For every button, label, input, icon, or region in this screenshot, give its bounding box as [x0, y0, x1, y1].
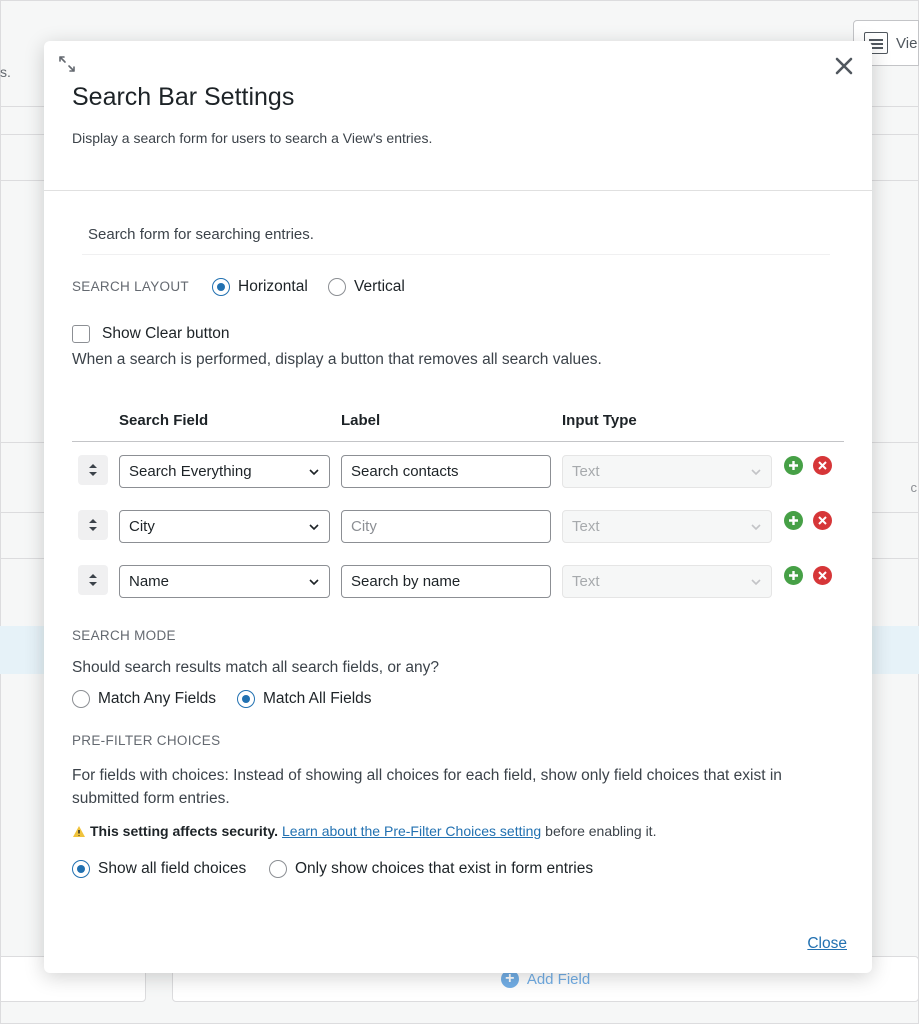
- background-text: s.: [0, 64, 11, 80]
- background-text: c: [910, 480, 918, 495]
- search-bar-settings-modal: Search Bar Settings Display a search for…: [44, 41, 872, 973]
- label-input[interactable]: Search by name: [341, 565, 551, 598]
- prefilter-label: PRE-FILTER CHOICES: [72, 733, 221, 748]
- search-field-select[interactable]: Name: [119, 565, 330, 598]
- input-type-select: Text: [562, 455, 772, 488]
- add-row-icon[interactable]: [784, 566, 803, 585]
- input-placeholder: City: [351, 518, 377, 535]
- radio-unselected[interactable]: [328, 278, 346, 296]
- drag-handle-icon[interactable]: [78, 510, 108, 540]
- drag-handle-icon[interactable]: [78, 565, 108, 595]
- show-all-choices-radio[interactable]: Show all field choices: [72, 860, 246, 878]
- select-value: Text: [572, 463, 600, 480]
- warning-icon: [73, 825, 85, 837]
- chevron-down-icon: [309, 469, 319, 476]
- view-button-label: Vie: [896, 34, 918, 52]
- radio-label: Show all field choices: [98, 860, 247, 877]
- warning-bold-text: This setting affects security.: [90, 823, 279, 839]
- chevron-down-icon: [751, 469, 761, 476]
- existing-choices-radio[interactable]: Only show choices that exist in form ent…: [269, 860, 593, 878]
- match-all-radio[interactable]: Match All Fields: [237, 690, 372, 708]
- match-any-radio[interactable]: Match Any Fields: [72, 690, 216, 708]
- select-value: Name: [129, 573, 170, 590]
- prefilter-docs-link[interactable]: Learn about the Pre-Filter Choices setti…: [282, 823, 541, 839]
- expand-icon[interactable]: [58, 55, 76, 73]
- column-header-input-type: Input Type: [562, 412, 637, 429]
- input-type-select: Text: [562, 565, 772, 598]
- divider: [82, 254, 830, 255]
- table-header-divider: [72, 441, 844, 442]
- select-value: City: [129, 518, 155, 535]
- select-value: Text: [572, 518, 600, 535]
- radio-unselected[interactable]: [72, 690, 90, 708]
- search-layout-label: SEARCH LAYOUT: [72, 279, 189, 294]
- add-field-label: Add Field: [526, 970, 591, 988]
- radio-label: Only show choices that exist in form ent…: [295, 860, 594, 877]
- checkbox[interactable]: [72, 325, 90, 343]
- modal-title: Search Bar Settings: [72, 83, 295, 111]
- radio-label: Vertical: [354, 278, 405, 295]
- close-icon[interactable]: [832, 55, 856, 79]
- chevron-down-icon: [751, 579, 761, 586]
- checkbox-label: Show Clear button: [102, 325, 230, 342]
- show-clear-checkbox[interactable]: Show Clear button: [72, 325, 230, 343]
- prefilter-description: For fields with choices: Instead of show…: [72, 767, 782, 807]
- warning-tail-text: before enabling it.: [545, 823, 657, 839]
- remove-row-icon[interactable]: [813, 511, 832, 530]
- radio-selected[interactable]: [212, 278, 230, 296]
- search-mode-label: SEARCH MODE: [72, 628, 176, 643]
- drag-handle-icon[interactable]: [78, 455, 108, 485]
- label-input[interactable]: Search contacts: [341, 455, 551, 488]
- radio-selected[interactable]: [72, 860, 90, 878]
- column-header-label: Label: [341, 412, 381, 429]
- radio-unselected[interactable]: [269, 860, 287, 878]
- remove-row-icon[interactable]: [813, 566, 832, 585]
- radio-label: Match All Fields: [263, 690, 372, 707]
- layout-horizontal-radio[interactable]: Horizontal: [212, 278, 308, 296]
- search-field-select[interactable]: City: [119, 510, 330, 543]
- search-field-select[interactable]: Search Everything: [119, 455, 330, 488]
- radio-selected[interactable]: [237, 690, 255, 708]
- add-row-icon[interactable]: [784, 456, 803, 475]
- input-value: Search by name: [351, 573, 461, 590]
- divider: [44, 190, 872, 191]
- input-type-select: Text: [562, 510, 772, 543]
- security-warning: This setting affects security. Learn abo…: [72, 823, 656, 839]
- chevron-down-icon: [309, 524, 319, 531]
- add-row-icon[interactable]: [784, 511, 803, 530]
- column-header-search-field: Search Field: [119, 412, 209, 429]
- label-input[interactable]: City: [341, 510, 551, 543]
- input-value: Search contacts: [351, 463, 459, 480]
- chevron-down-icon: [309, 579, 319, 586]
- layout-vertical-radio[interactable]: Vertical: [328, 278, 405, 296]
- select-value: Search Everything: [129, 463, 252, 480]
- select-value: Text: [572, 573, 600, 590]
- chevron-down-icon: [751, 524, 761, 531]
- close-link[interactable]: Close: [807, 935, 847, 953]
- intro-text: Search form for searching entries.: [88, 226, 314, 243]
- search-mode-question: Should search results match all search f…: [72, 659, 440, 676]
- radio-label: Horizontal: [238, 278, 308, 295]
- remove-row-icon[interactable]: [813, 456, 832, 475]
- modal-description: Display a search form for users to searc…: [72, 130, 433, 146]
- show-clear-help: When a search is performed, display a bu…: [72, 351, 602, 368]
- radio-label: Match Any Fields: [98, 690, 217, 707]
